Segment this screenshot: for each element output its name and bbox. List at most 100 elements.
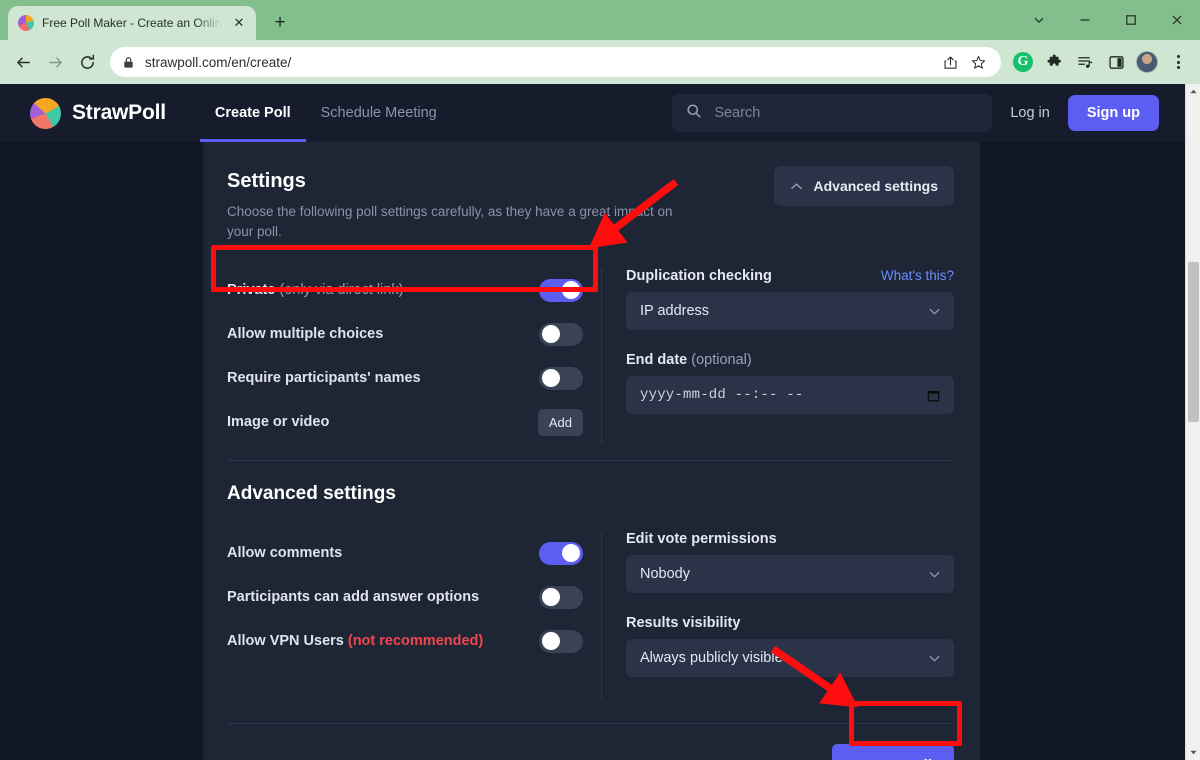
search-input[interactable] <box>714 105 979 121</box>
bookmark-star-icon[interactable] <box>967 51 989 73</box>
profile-avatar-icon[interactable] <box>1133 48 1161 76</box>
setting-label-allow-vpn-users: Allow VPN Users (not recommended) <box>227 633 484 649</box>
browser-window: Free Poll Maker - Create an Onlin ✕ + st… <box>0 0 1200 760</box>
reload-icon[interactable] <box>72 47 102 77</box>
setting-row-allow-vpn-users: Allow VPN Users (not recommended) <box>227 619 583 663</box>
select-results-visibility[interactable]: Always publicly visible <box>626 639 954 677</box>
setting-row-image-or-video: Image or video Add <box>227 400 583 444</box>
field-edit-vote-permissions: Edit vote permissions Nobody <box>626 531 954 593</box>
strawpoll-pie-logo-icon <box>30 97 61 129</box>
toggle-allow-vpn-users[interactable] <box>539 629 583 653</box>
setting-row-allow-comments: Allow comments <box>227 531 583 575</box>
end-date-input[interactable]: yyyy-mm-dd --:-- -- <box>626 376 954 414</box>
grammarly-icon[interactable]: G <box>1009 48 1037 76</box>
setting-label-private: Private (only via direct link) <box>227 282 404 298</box>
advanced-right-column: Edit vote permissions Nobody Results vis… <box>602 531 954 699</box>
label-end-date: End date (optional) <box>626 352 752 368</box>
chevron-up-icon <box>790 180 803 193</box>
browser-tab-strip: Free Poll Maker - Create an Onlin ✕ + <box>0 0 1200 40</box>
scroll-down-arrow-icon[interactable] <box>1186 745 1200 760</box>
label-results-visibility: Results visibility <box>626 615 741 631</box>
new-tab-button[interactable]: + <box>266 9 294 37</box>
field-header: End date (optional) <box>626 352 954 368</box>
section-divider <box>227 460 954 461</box>
select-duplication-checking[interactable]: IP address <box>626 292 954 330</box>
advanced-settings-title: Advanced settings <box>227 483 396 504</box>
reading-list-icon[interactable] <box>1071 48 1099 76</box>
window-close-icon[interactable] <box>1154 0 1200 40</box>
toggle-allow-comments[interactable] <box>539 541 583 565</box>
chevron-down-icon <box>928 305 941 318</box>
maximize-icon[interactable] <box>1108 0 1154 40</box>
toggle-private[interactable] <box>539 278 583 302</box>
setting-row-require-names: Require participants' names <box>227 356 583 400</box>
back-icon[interactable] <box>8 47 38 77</box>
setting-row-participants-add-options: Participants can add answer options <box>227 575 583 619</box>
panel-footer: Create poll <box>227 724 954 760</box>
settings-right-column: Duplication checking What's this? IP add… <box>602 268 954 444</box>
select-edit-vote-permissions[interactable]: Nobody <box>626 555 954 593</box>
create-poll-button[interactable]: Create poll <box>832 744 954 760</box>
page-scrollbar[interactable] <box>1185 84 1200 760</box>
end-date-placeholder: yyyy-mm-dd --:-- -- <box>640 387 804 403</box>
chrome-menu-icon[interactable] <box>1164 48 1192 76</box>
login-link[interactable]: Log in <box>1010 105 1050 121</box>
field-header: Results visibility <box>626 615 954 631</box>
signup-button[interactable]: Sign up <box>1067 95 1159 131</box>
strawpoll-favicon-icon <box>18 15 34 31</box>
toggle-allow-multiple-choices[interactable] <box>539 322 583 346</box>
address-bar-url: strawpoll.com/en/create/ <box>145 54 292 70</box>
window-controls <box>1016 0 1200 40</box>
settings-description: Choose the following poll settings caref… <box>227 204 673 239</box>
settings-left-column: Private (only via direct link) Allow mul… <box>227 268 601 444</box>
add-media-button[interactable]: Add <box>537 408 583 436</box>
whats-this-link[interactable]: What's this? <box>881 268 954 283</box>
nav-item-create-poll[interactable]: Create Poll <box>199 84 306 142</box>
address-bar[interactable]: strawpoll.com/en/create/ <box>110 47 1001 77</box>
lock-icon <box>122 56 135 69</box>
toggle-require-names[interactable] <box>539 366 583 390</box>
extension-icons: G <box>1009 48 1192 76</box>
nav-item-schedule-meeting[interactable]: Schedule Meeting <box>306 84 452 142</box>
setting-label-require-names: Require participants' names <box>227 370 421 386</box>
label-duplication-checking: Duplication checking <box>626 268 772 284</box>
setting-label-image-or-video: Image or video <box>227 414 330 430</box>
advanced-left-column: Allow comments Participants can add answ… <box>227 531 601 699</box>
chevron-down-icon <box>928 568 941 581</box>
brand-name: StrawPoll <box>72 101 166 124</box>
calendar-icon[interactable] <box>926 388 941 403</box>
forward-icon[interactable] <box>40 47 70 77</box>
page-viewport: StrawPoll Create Poll Schedule Meeting S… <box>0 84 1200 760</box>
field-header: Edit vote permissions <box>626 531 954 547</box>
side-panel-icon[interactable] <box>1102 48 1130 76</box>
primary-nav: Create Poll Schedule Meeting <box>199 84 452 142</box>
setting-label-allow-multiple-choices: Allow multiple choices <box>227 326 384 342</box>
share-icon[interactable] <box>939 51 961 73</box>
settings-columns: Private (only via direct link) Allow mul… <box>227 268 954 444</box>
settings-panel: Settings Choose the following poll setti… <box>203 142 980 760</box>
nav-item-label: Schedule Meeting <box>320 105 437 121</box>
nav-item-label: Create Poll <box>214 105 291 121</box>
omnibox-icons <box>939 51 989 73</box>
setting-label-participants-add-options: Participants can add answer options <box>227 589 480 605</box>
select-value: IP address <box>640 303 710 319</box>
close-icon[interactable]: ✕ <box>230 14 248 32</box>
not-recommended-warning: (not recommended) <box>347 633 484 649</box>
advanced-settings-toggle-button[interactable]: Advanced settings <box>773 166 954 206</box>
browser-tab[interactable]: Free Poll Maker - Create an Onlin ✕ <box>8 6 256 40</box>
search-box[interactable] <box>672 94 993 132</box>
toggle-participants-add-options[interactable] <box>539 585 583 609</box>
scrollbar-thumb[interactable] <box>1188 262 1199 422</box>
field-results-visibility: Results visibility Always publicly visib… <box>626 615 954 677</box>
advanced-columns: Allow comments Participants can add answ… <box>227 531 954 699</box>
browser-toolbar: strawpoll.com/en/create/ G <box>0 40 1200 84</box>
brand-logo-link[interactable]: StrawPoll <box>30 97 166 129</box>
scroll-up-arrow-icon[interactable] <box>1186 84 1200 99</box>
chevron-down-icon <box>928 652 941 665</box>
extensions-puzzle-icon[interactable] <box>1040 48 1068 76</box>
setting-row-private: Private (only via direct link) <box>227 268 583 312</box>
field-header: Duplication checking What's this? <box>626 268 954 284</box>
minimize-icon[interactable] <box>1062 0 1108 40</box>
chevron-down-icon[interactable] <box>1016 0 1062 40</box>
site-header: StrawPoll Create Poll Schedule Meeting S… <box>0 84 1185 142</box>
